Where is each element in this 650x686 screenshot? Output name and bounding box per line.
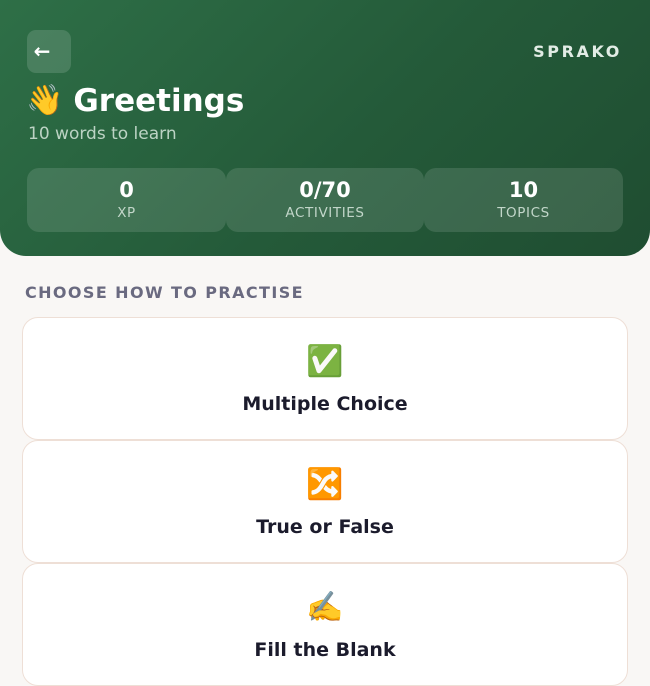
- writing-hand-icon: ✍️: [306, 590, 344, 625]
- page-subtitle: 10 words to learn: [28, 124, 177, 144]
- stat-activities: 0/70 ACTIVITIES: [226, 168, 424, 232]
- stat-label: XP: [117, 205, 136, 222]
- brand-logo: SPRAKO: [533, 42, 622, 61]
- checkmark-icon: ✅: [306, 344, 344, 379]
- mode-label: Multiple Choice: [242, 393, 408, 415]
- mode-label: True or False: [256, 516, 394, 538]
- stat-topics: 10 TOPICS: [424, 168, 623, 232]
- title-row: 👋 Greetings: [26, 80, 244, 122]
- shuffle-icon: 🔀: [306, 467, 344, 502]
- stat-xp: 0 XP: [27, 168, 226, 232]
- mode-card-multiple-choice[interactable]: ✅ Multiple Choice: [22, 317, 628, 440]
- mode-card-fill-the-blank[interactable]: ✍️ Fill the Blank: [22, 563, 628, 686]
- stat-value: 10: [508, 177, 539, 202]
- stat-value: 0/70: [299, 177, 351, 202]
- back-button[interactable]: ←: [27, 30, 71, 73]
- stat-value: 0: [119, 177, 134, 202]
- stat-label: ACTIVITIES: [285, 205, 365, 222]
- waving-hand-icon: 👋: [26, 83, 64, 118]
- page-title: Greetings: [73, 82, 245, 119]
- stat-label: TOPICS: [497, 205, 550, 222]
- section-heading: CHOOSE HOW TO PRACTISE: [25, 283, 304, 302]
- back-arrow-icon: ←: [33, 38, 51, 63]
- mode-card-true-or-false[interactable]: 🔀 True or False: [22, 440, 628, 563]
- mode-label: Fill the Blank: [254, 639, 396, 661]
- lesson-header: ← SPRAKO 👋 Greetings 10 words to learn 0…: [0, 0, 650, 256]
